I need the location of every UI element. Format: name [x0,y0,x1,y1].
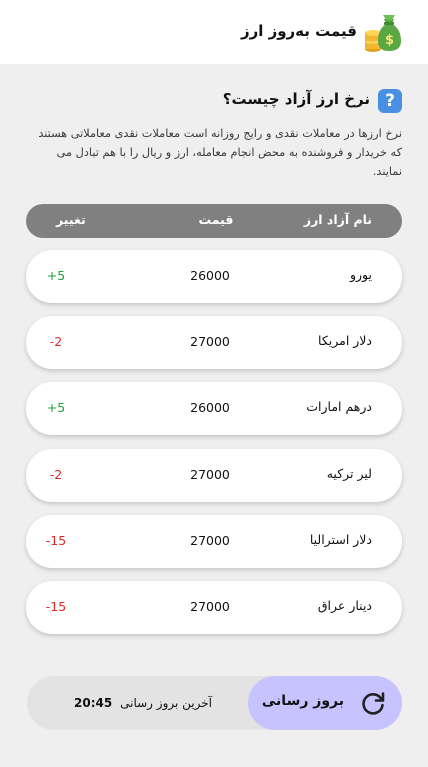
table-row[interactable]: دلار استرالیا 27000 -15 [26,514,402,568]
question-mark-icon: ? [378,89,402,113]
refresh-icon [362,692,385,715]
svg-text:$: $ [385,33,394,48]
update-bar: 20:45 آخرین بروز رسانی بروز رسانی [27,676,402,730]
currency-name: دینار عراق [317,597,372,613]
currency-change: -15 [45,532,67,548]
currency-change: -15 [45,598,67,614]
table-header: نام آزاد ارز قیمت تغییر [26,204,402,238]
app-bar: قیمت به‌روز ارز $ [0,0,428,64]
currency-price: 27000 [190,334,230,350]
last-update-time: 20:45 [74,696,113,710]
table-row[interactable]: یورو 26000 +5 [26,250,402,303]
table-row[interactable]: دینار عراق 27000 -15 [26,580,402,634]
table-row[interactable]: دلار امریکا 27000 -2 [26,316,402,370]
header-name: نام آزاد ارز [303,212,372,227]
refresh-label: بروز رسانی [261,693,344,709]
currency-change: +5 [46,400,66,416]
currency-name: لیر ترکیه [326,465,372,481]
header-change: تغییر [56,212,86,227]
currency-name: دلار امریکا [318,333,372,349]
faq-question: نرخ ارز آزاد چیست؟ [222,90,370,108]
currency-price: 26000 [190,268,230,283]
currency-name: دلار استرالیا [309,531,372,547]
currency-change: +5 [46,268,66,283]
currency-name: درهم امارات [306,399,372,415]
app-title: قیمت به‌روز ارز [240,22,357,40]
currency-change: -2 [49,466,63,482]
faq-answer: نرخ ارزها در معاملات نقدی و رایج روزانه … [38,127,402,178]
currency-list: یورو 26000 +5 دلار امریکا 27000 -2 درهم … [26,250,402,647]
header-price: قیمت [198,212,234,227]
last-update-label: آخرین بروز رسانی [120,696,212,710]
table-row[interactable]: درهم امارات 26000 +5 [26,382,402,436]
money-bag-coins-icon: $ [365,15,401,52]
currency-price: 27000 [190,532,230,548]
table-row[interactable]: لیر ترکیه 27000 -2 [26,448,402,502]
refresh-button[interactable]: بروز رسانی [248,676,402,730]
currency-price: 27000 [190,598,230,614]
currency-name: یورو [349,267,372,282]
currency-price: 26000 [190,400,230,416]
currency-change: -2 [49,334,63,350]
currency-price: 27000 [190,466,230,482]
